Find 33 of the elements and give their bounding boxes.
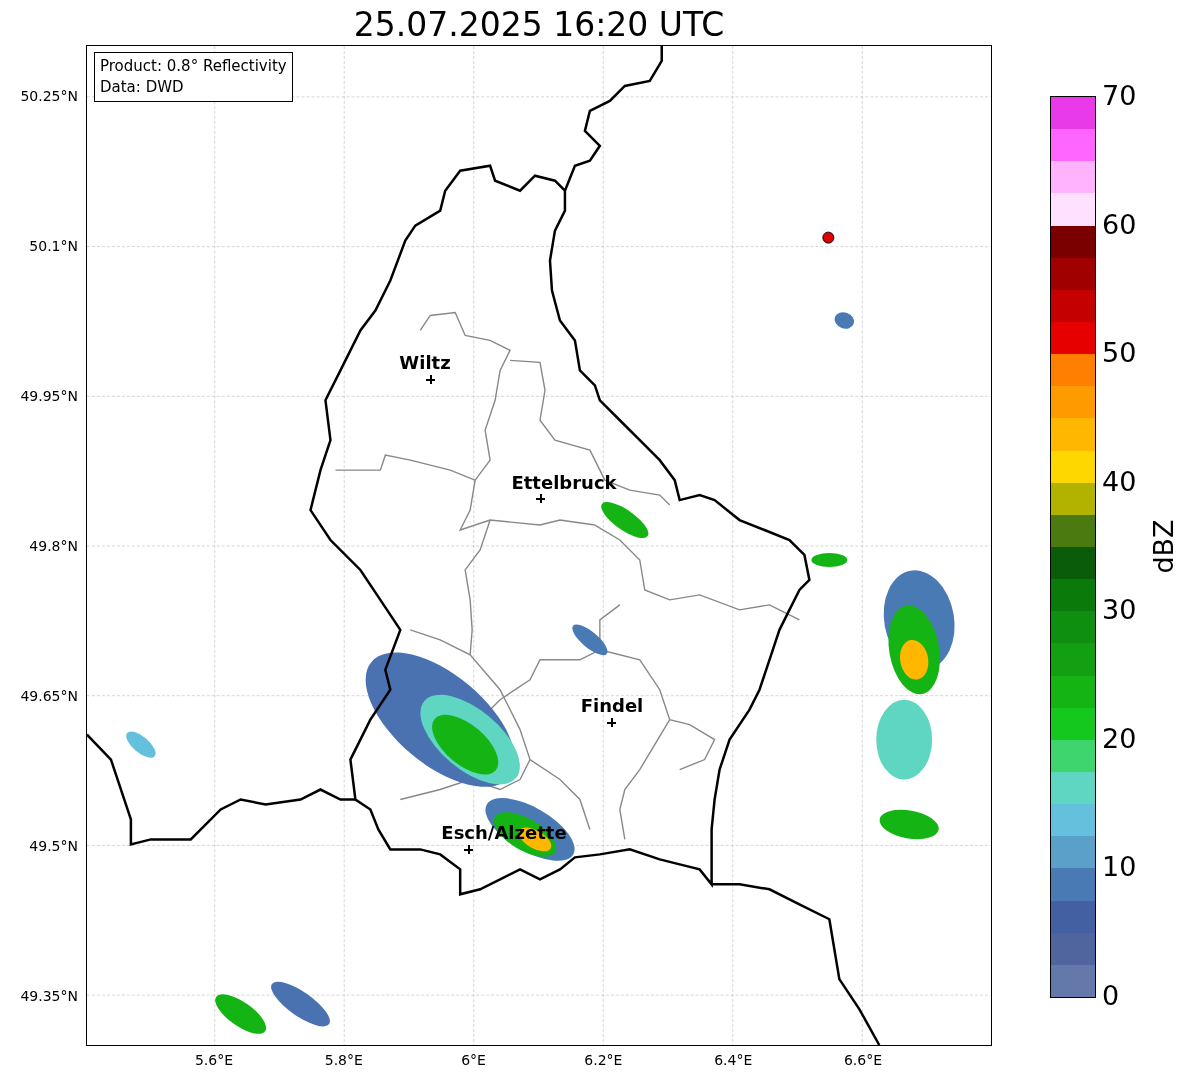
- colorbar-tick-label: 30: [1102, 595, 1137, 626]
- longitude-label: 6.2°E: [584, 1052, 623, 1068]
- latitude-label: 49.95°N: [20, 388, 78, 404]
- latitude-label: 49.8°N: [29, 538, 78, 554]
- info-text: Product: 0.8° Reflectivity: [100, 56, 287, 77]
- latitude-label: 49.35°N: [20, 988, 78, 1004]
- city-marker-icon: [536, 494, 545, 503]
- city-label: Findel: [580, 695, 644, 717]
- longitude-label: 5.6°E: [194, 1052, 234, 1068]
- info-text: Data: DWD: [100, 77, 185, 98]
- city-marker-icon: [464, 845, 473, 854]
- colorbar-tick-label: 40: [1102, 466, 1137, 497]
- longitude-label: 6.6°E: [843, 1052, 883, 1068]
- colorbar-tick-label: 0: [1102, 981, 1120, 1011]
- city-marker-icon: [426, 375, 435, 384]
- colorbar-tick-label: 20: [1102, 723, 1137, 754]
- city-label: Wiltz: [399, 352, 451, 374]
- colorbar-tick-label: 70: [1102, 81, 1137, 111]
- longitude-label: 5.8°E: [324, 1052, 363, 1068]
- city-label: Esch/Alzette: [441, 822, 567, 844]
- latitude-label: 49.5°N: [29, 838, 78, 854]
- colorbar-tick-label: 50: [1102, 338, 1137, 369]
- colorbar-tick-label: 10: [1102, 852, 1137, 883]
- city-marker-icon: [607, 718, 616, 727]
- longitude-label: 6.4°E: [714, 1052, 753, 1068]
- latitude-label: 49.65°N: [20, 688, 78, 704]
- longitude-label: 6°E: [461, 1052, 486, 1068]
- colorbar-tick-label: 60: [1102, 209, 1137, 240]
- latitude-label: 50.25°N: [20, 88, 78, 104]
- colorbar-label: dBZ: [1147, 518, 1179, 574]
- latitude-label: 50.1°N: [29, 238, 78, 254]
- chart-title: 25.07.2025 16:20 UTC: [352, 4, 726, 45]
- city-label: Ettelbruck: [511, 472, 617, 494]
